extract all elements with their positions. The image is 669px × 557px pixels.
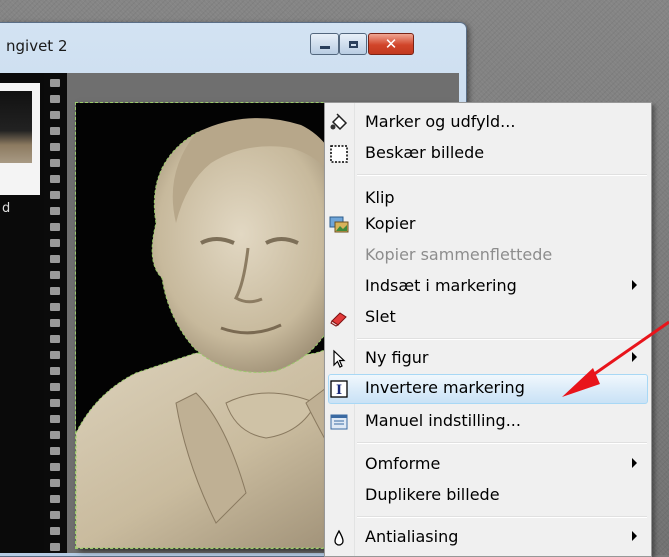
invert-selection-icon: I — [329, 379, 349, 399]
annotation-arrow — [562, 320, 669, 397]
svg-text:I: I — [336, 383, 342, 398]
menu-item-label: Invertere markering — [365, 378, 525, 397]
